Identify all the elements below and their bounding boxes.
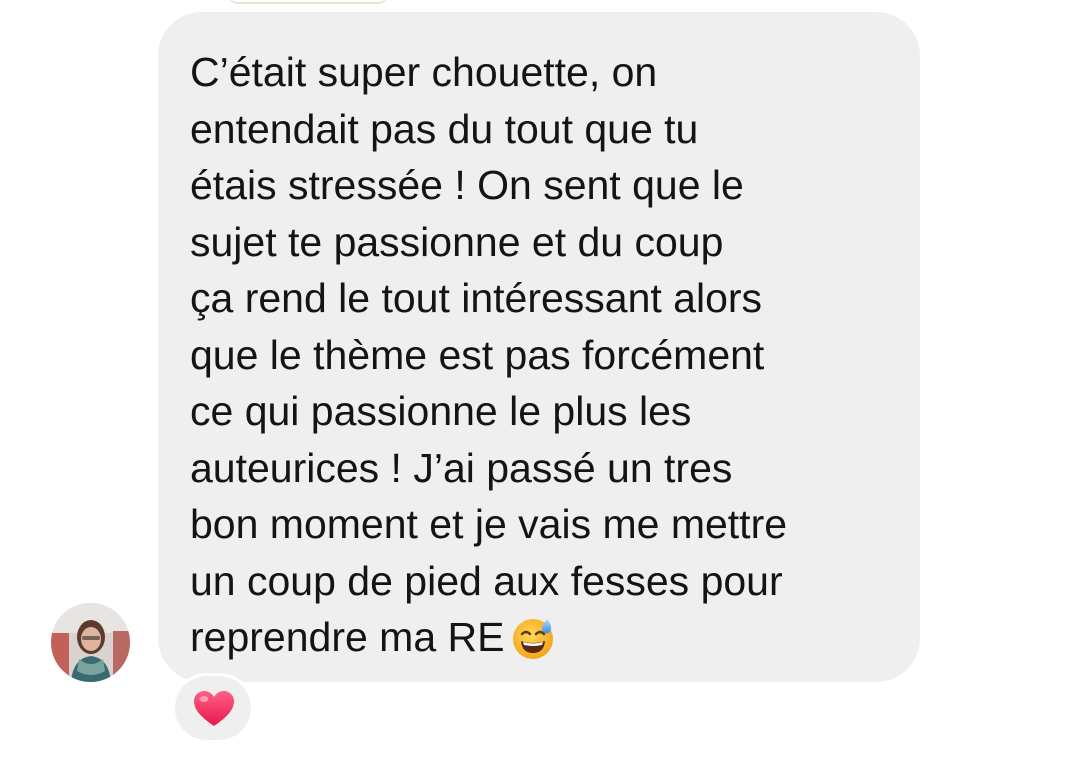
message-bubble[interactable]: C’était super chouette, on entendait pas… — [158, 12, 920, 682]
message-text: C’était super chouette, on entendait pas… — [190, 49, 788, 660]
grinning-face-with-sweat-icon — [510, 615, 556, 676]
avatar[interactable] — [51, 603, 130, 682]
chat-view: C’était super chouette, on entendait pas… — [0, 0, 1080, 759]
reaction-badge[interactable] — [172, 673, 254, 743]
previous-message-edge — [228, 0, 388, 4]
heart-icon — [194, 691, 234, 726]
